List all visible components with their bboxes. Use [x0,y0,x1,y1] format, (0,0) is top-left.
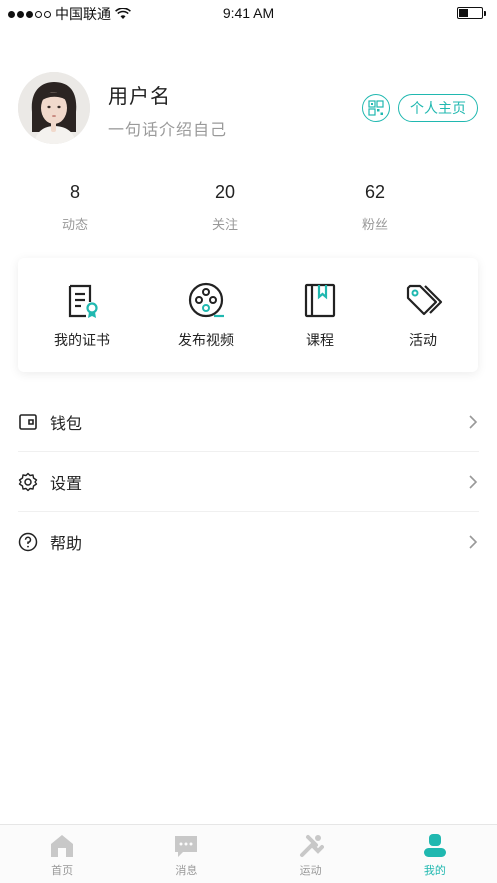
tab-label: 运动 [299,864,322,877]
stat-following[interactable]: 20 关注 [175,182,275,233]
tags-icon [406,284,443,316]
stat-value: 20 [214,182,236,202]
stats-row: 8 动态 20 关注 62 粉丝 [0,182,497,237]
quick-action-publish-video[interactable]: 发布视频 [156,280,256,350]
menu-label: 设置 [50,473,83,493]
certificate-icon [68,284,98,318]
username: 用户名 [108,84,171,108]
quick-action-label: 发布视频 [178,333,234,349]
help-icon [18,532,38,552]
chevron-right-icon [469,414,478,429]
qr-code-icon [368,100,384,116]
personal-homepage-button[interactable]: 个人主页 [398,94,478,122]
stat-value: 8 [69,182,80,202]
qr-code-button[interactable] [362,94,390,122]
quick-action-certificates[interactable]: 我的证书 [32,280,132,350]
user-bio: 一句话介绍自己 [108,120,228,139]
stat-label: 粉丝 [361,218,388,233]
tab-label: 我的 [423,864,446,877]
quick-action-courses[interactable]: 课程 [270,280,370,350]
tab-label: 首页 [51,864,74,877]
quick-action-label: 活动 [409,333,437,349]
book-icon [304,283,336,318]
stat-label: 关注 [211,218,238,233]
tab-sports[interactable]: 运动 [249,825,373,883]
menu-item-wallet[interactable]: 钱包 [18,392,479,452]
chevron-right-icon [469,474,478,489]
message-icon [175,836,198,857]
avatar[interactable] [18,72,90,144]
home-icon [51,835,74,857]
profile-icon [423,834,446,857]
status-bar: 中国联通 9:41 AM [0,0,497,28]
tab-profile[interactable]: 我的 [373,825,497,883]
quick-action-label: 课程 [306,333,334,349]
menu-label: 钱包 [50,413,83,433]
tab-messages[interactable]: 消息 [124,825,248,883]
stat-label: 动态 [61,218,88,233]
battery-icon [457,7,486,19]
chevron-right-icon [469,535,478,549]
quick-action-events[interactable]: 活动 [373,280,473,350]
quick-action-label: 我的证书 [54,333,110,349]
menu-item-settings[interactable]: 设置 [18,452,479,512]
wallet-icon [19,413,37,430]
stat-value: 62 [364,182,386,202]
quick-actions-card: 我的证书 发布视频 课程 活动 [18,258,478,372]
tab-home[interactable]: 首页 [0,825,124,883]
settings-menu: 钱包 设置 帮助 [0,392,497,572]
avatar-image [18,72,90,144]
gear-icon [18,472,38,491]
tab-label: 消息 [175,864,198,877]
status-time: 9:41 AM [222,5,275,21]
film-reel-icon [188,282,224,318]
stat-posts[interactable]: 8 动态 [25,182,125,233]
bottom-tab-bar: 首页 消息 运动 我的 [0,824,497,883]
stat-followers[interactable]: 62 粉丝 [325,182,425,233]
menu-item-help[interactable]: 帮助 [18,512,479,572]
sport-icon [299,835,324,857]
menu-label: 帮助 [50,534,83,553]
